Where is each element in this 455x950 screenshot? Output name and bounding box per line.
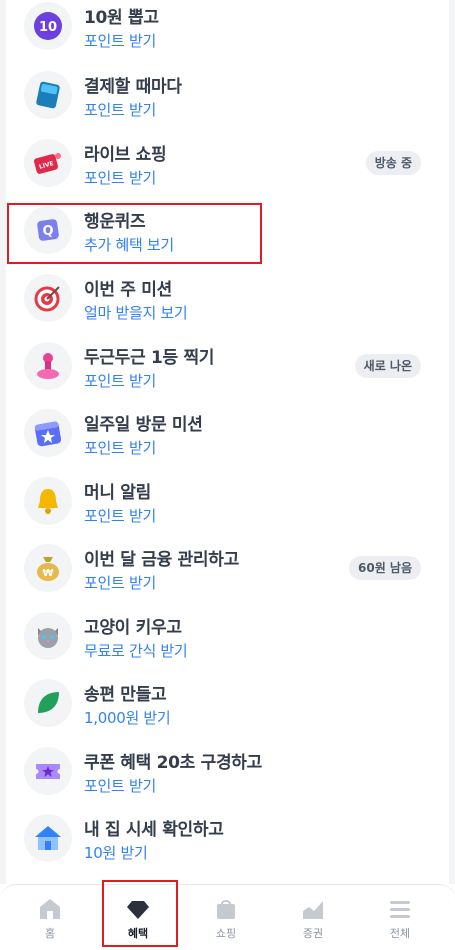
item-subtitle: 포인트 받기: [84, 372, 156, 390]
item-subtitle: 포인트 받기: [84, 32, 156, 50]
list-item-10won[interactable]: 10 10원 뽑고 포인트 받기: [6, 0, 449, 60]
item-title: 고양이 키우고: [84, 618, 182, 638]
item-title: 일주일 방문 미션: [84, 415, 203, 435]
list-item-payment[interactable]: 결제할 때마다 포인트 받기: [6, 62, 449, 129]
leaf-icon: [24, 679, 72, 727]
item-title: 이번 달 금융 관리하고: [84, 550, 239, 570]
list-item-home-price[interactable]: 내 집 시세 확인하고 10원 받기: [6, 805, 449, 872]
coupon-icon: [24, 747, 72, 795]
money-bag-icon: ₩: [24, 544, 72, 592]
item-title: 라이브 쇼핑: [84, 145, 167, 165]
new-badge: 새로 나온: [354, 354, 421, 378]
house-icon: [24, 814, 72, 862]
list-item-lucky-quiz[interactable]: Q 행운퀴즈 추가 혜택 보기: [6, 197, 449, 264]
home-icon: [40, 899, 60, 919]
item-subtitle: 포인트 받기: [84, 439, 156, 457]
tab-shopping[interactable]: 쇼핑: [186, 885, 266, 950]
item-title: 행운퀴즈: [84, 212, 146, 232]
item-subtitle: 포인트 받기: [84, 101, 156, 119]
tab-label: 혜택: [127, 927, 149, 940]
live-tv-icon: LIVE: [24, 139, 72, 187]
list-item-monthly-finance[interactable]: ₩ 이번 달 금융 관리하고 포인트 받기 60원 남음: [6, 535, 449, 602]
item-subtitle: 추가 혜택 보기: [84, 236, 174, 254]
list-item-weekly-mission[interactable]: 이번 주 미션 얼마 받을지 보기: [6, 265, 449, 332]
target-icon: [24, 274, 72, 322]
item-subtitle: 1,000원 받기: [84, 709, 171, 727]
item-subtitle: 포인트 받기: [84, 169, 156, 187]
live-badge: 방송 중: [365, 151, 421, 175]
item-subtitle: 10원 받기: [84, 844, 148, 862]
tab-home[interactable]: 홈: [10, 885, 90, 950]
tab-all[interactable]: 전체: [360, 885, 440, 950]
bottom-tab-bar: 홈 혜택 쇼핑 증권 전체: [0, 884, 455, 950]
tab-label: 증권: [302, 927, 324, 940]
right-frame: [449, 0, 455, 884]
item-title: 쿠폰 혜택 20초 구경하고: [84, 753, 262, 773]
cat-icon: [24, 612, 72, 660]
list-item-visit-mission[interactable]: 일주일 방문 미션 포인트 받기: [6, 400, 449, 467]
menu-icon: [390, 901, 410, 918]
item-subtitle: 얼마 받을지 보기: [84, 304, 188, 322]
quiz-icon: Q: [24, 206, 72, 254]
ten-coin-icon: 10: [24, 2, 72, 50]
chart-icon: [303, 901, 323, 919]
card-icon: [24, 71, 72, 119]
list-item-money-alarm[interactable]: 머니 알림 포인트 받기: [6, 468, 449, 535]
item-title: 결제할 때마다: [84, 77, 182, 97]
stamp-icon: [24, 342, 72, 390]
list-item-cat[interactable]: 고양이 키우고 무료로 간식 받기: [6, 603, 449, 670]
tab-label: 전체: [389, 927, 411, 940]
svg-text:Q: Q: [42, 224, 53, 239]
item-title: 10원 뽑고: [84, 8, 159, 28]
list-item-songpyeon[interactable]: 송편 만들고 1,000원 받기: [6, 670, 449, 737]
svg-text:10: 10: [39, 20, 57, 35]
item-subtitle: 무료로 간식 받기: [84, 642, 188, 660]
tab-label: 홈: [44, 927, 56, 940]
calendar-star-icon: [24, 409, 72, 457]
item-subtitle: 포인트 받기: [84, 574, 156, 592]
gem-icon: [127, 901, 149, 919]
benefit-list: 10 10원 뽑고 포인트 받기 결제할 때마다 포인트 받기 LIVE 라이브…: [6, 0, 449, 884]
list-item-first-place[interactable]: 두근두근 1등 찍기 포인트 받기 새로 나온: [6, 333, 449, 400]
item-subtitle: 포인트 받기: [84, 777, 156, 795]
svg-text:₩: ₩: [42, 568, 53, 579]
item-title: 송편 만들고: [84, 685, 167, 705]
remaining-badge: 60원 남음: [349, 556, 421, 580]
bell-icon: [24, 477, 72, 525]
item-title: 두근두근 1등 찍기: [84, 348, 215, 368]
tab-label: 쇼핑: [215, 927, 237, 940]
tab-benefits[interactable]: 혜택: [98, 885, 178, 950]
list-item-coupon[interactable]: 쿠폰 혜택 20초 구경하고 포인트 받기: [6, 738, 449, 805]
item-title: 이번 주 미션: [84, 280, 172, 300]
shopping-bag-icon: [217, 900, 235, 919]
item-title: 머니 알림: [84, 483, 151, 503]
item-subtitle: 포인트 받기: [84, 507, 156, 525]
tab-stocks[interactable]: 증권: [273, 885, 353, 950]
list-item-live-shopping[interactable]: LIVE 라이브 쇼핑 포인트 받기 방송 중: [6, 130, 449, 197]
item-title: 내 집 시세 확인하고: [84, 820, 224, 840]
